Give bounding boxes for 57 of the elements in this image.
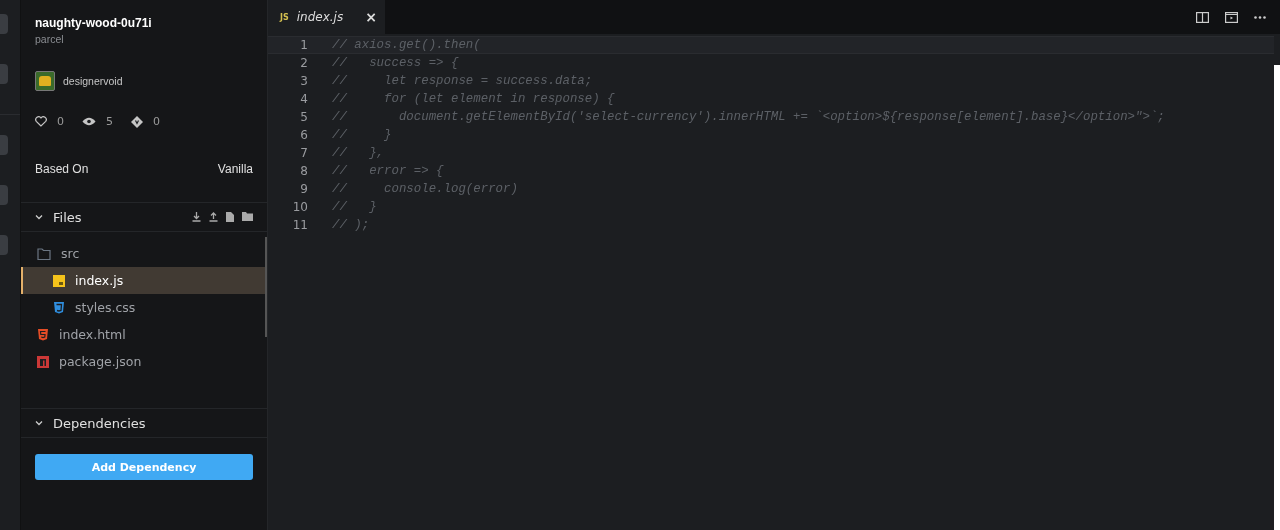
code-line: // } — [332, 200, 377, 214]
code-line: // for (let element in response) { — [332, 92, 615, 106]
stat-count: 0 — [57, 115, 64, 128]
based-on-value[interactable]: Vanilla — [217, 162, 253, 176]
line-number: 8 — [299, 164, 308, 178]
line-number: 9 — [299, 182, 308, 196]
stat-count: 0 — [153, 115, 160, 128]
line-number: 4 — [299, 92, 308, 106]
js-file-icon — [53, 274, 65, 287]
code-line: // }, — [332, 146, 385, 160]
line-number: 5 — [299, 110, 308, 124]
avatar — [35, 71, 55, 91]
line-number: 3 — [299, 74, 308, 88]
file-item[interactable]: index.js — [21, 267, 267, 294]
file-item[interactable]: src — [21, 240, 267, 267]
npm-file-icon — [37, 355, 49, 368]
new-folder-icon[interactable] — [242, 212, 253, 221]
file-item[interactable]: styles.css — [21, 294, 267, 321]
line-number: 10 — [291, 200, 308, 214]
code-line: // success => { — [332, 56, 459, 70]
stat-count: 5 — [106, 115, 113, 128]
html-file-icon — [37, 328, 49, 341]
line-number: 11 — [291, 218, 308, 232]
code-line: // let response = success.data; — [332, 74, 593, 88]
chevron-icon[interactable] — [35, 420, 43, 426]
chevron-icon[interactable] — [35, 214, 43, 220]
code-line: // axios.get().then( — [332, 38, 481, 52]
editor-tab[interactable]: JS index.js × — [268, 0, 385, 34]
file-item[interactable]: package.json — [21, 348, 267, 375]
template-name: parcel — [35, 33, 65, 45]
line-number: 1 — [299, 38, 308, 52]
project-name: naughty-wood-0u71i — [35, 16, 153, 30]
section-title[interactable]: Dependencies — [53, 415, 253, 431]
eye-icon — [82, 117, 96, 126]
code-line: // ); — [332, 218, 370, 232]
css-file-icon — [53, 301, 65, 314]
download-icon[interactable] — [192, 212, 201, 222]
code-line: // } — [332, 128, 392, 142]
heart-icon — [35, 116, 47, 127]
new-file-icon[interactable] — [226, 212, 234, 222]
folder-icon — [37, 247, 51, 260]
fork-icon — [131, 115, 143, 128]
based-on-label: Based On — [35, 162, 89, 176]
file-item[interactable]: index.html — [21, 321, 267, 348]
split-view-icon[interactable] — [1196, 11, 1209, 23]
line-number: 7 — [299, 146, 308, 160]
close-icon[interactable]: × — [365, 9, 377, 25]
line-number: 6 — [299, 128, 308, 142]
preview-icon[interactable] — [1225, 11, 1238, 23]
section-title[interactable]: Files — [53, 209, 192, 225]
line-number: 2 — [299, 56, 308, 70]
author-name[interactable]: designervoid — [63, 75, 123, 87]
code-line: // document.getElementById('select-currency').innerHTML += `<option>${response[element].base}</option>">`; — [332, 110, 1165, 124]
code-line: // console.log(error) — [332, 182, 518, 196]
code-line: // error => { — [332, 164, 444, 178]
more-icon[interactable] — [1254, 15, 1266, 19]
upload-icon[interactable] — [209, 212, 218, 222]
